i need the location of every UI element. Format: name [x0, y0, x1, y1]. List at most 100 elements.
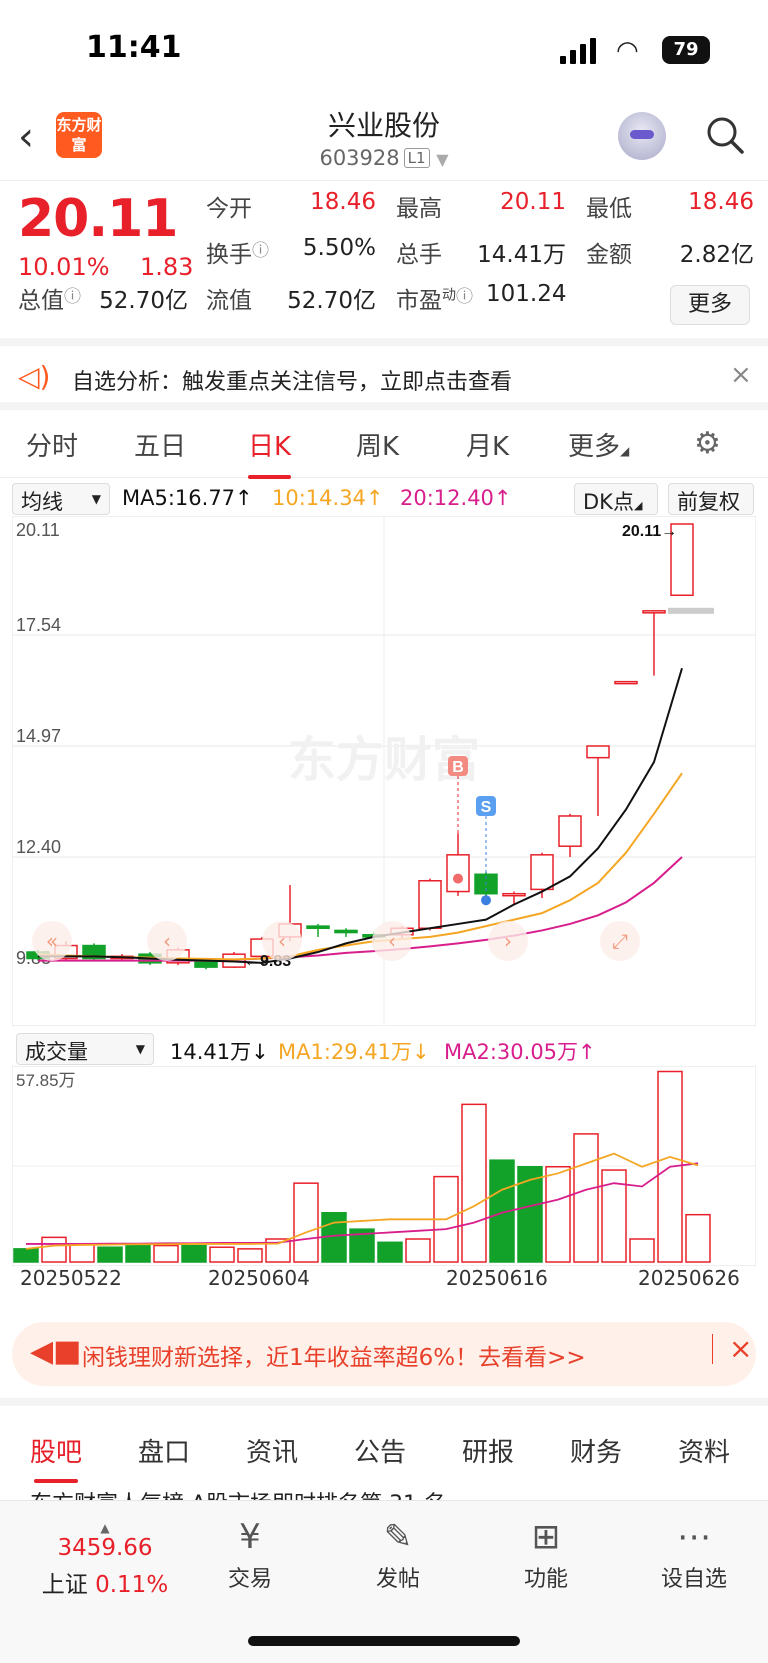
chart-nav-icon: ⤢ — [612, 929, 628, 953]
promo-text: 闲钱理财新选择，近1年收益率超6%！去看看>> — [82, 1345, 586, 1371]
wifi-icon: ◠ — [616, 36, 639, 66]
add-watchlist-button[interactable]: ⋯ 设自选 — [644, 1517, 744, 1593]
volume-value: 14.41万 — [477, 242, 566, 268]
vol-ma1-value: MA1:29.41万↓ — [278, 1040, 430, 1064]
edit-icon: ✎ — [383, 1517, 413, 1557]
grid-icon: ⊞ — [531, 1517, 561, 1557]
dropdown-icon: ▼ — [91, 492, 101, 506]
tab-more[interactable]: 更多◢ — [568, 426, 629, 463]
buy-marker: B — [452, 759, 464, 776]
volume-bar — [377, 1241, 403, 1263]
functions-button[interactable]: ⊞ 功能 — [496, 1517, 596, 1593]
pe-value: 101.24 — [486, 281, 567, 307]
volume-bar — [685, 1213, 711, 1263]
notice-banner[interactable]: ◁) 自选分析：触发重点关注信号，立即点击查看 × — [0, 338, 768, 410]
vol-ma2-value: MA2:30.05万↑ — [444, 1040, 596, 1064]
mktcap-label: 总值ⓘ — [18, 287, 81, 314]
high-label: 最高 — [396, 196, 442, 222]
corner-arrow-icon: ◢ — [633, 499, 643, 512]
assistant-avatar[interactable] — [618, 112, 666, 160]
candle-body — [614, 680, 638, 685]
tab-finance[interactable]: 财务 — [570, 1432, 622, 1469]
index-widget[interactable]: ▲ 3459.66 上证 0.11% — [40, 1521, 170, 1599]
tab-monthly-k[interactable]: 月K — [466, 426, 509, 463]
ma10-value: 10:14.34↑ — [272, 486, 384, 510]
functions-label: 功能 — [523, 1567, 568, 1592]
adjust-button[interactable]: 前复权 — [668, 483, 754, 515]
date-label: 20250626 — [638, 1266, 740, 1290]
tab-news[interactable]: 资讯 — [246, 1432, 298, 1469]
candle-body — [642, 610, 666, 614]
volume-bar — [573, 1133, 599, 1263]
volume-bar: 成交量 ▼ 14.41万↓ MA1:29.41万↓ MA2:30.05万↑ — [0, 1030, 768, 1066]
add-watchlist-label: 设自选 — [660, 1567, 727, 1592]
highlight-bar — [668, 607, 714, 614]
turnover-value: 5.50% — [302, 235, 376, 261]
dropdown-icon: ▼ — [436, 150, 449, 169]
amount-label: 金额 — [586, 242, 632, 268]
info-icon[interactable]: ⓘ — [252, 241, 269, 261]
buy-dot — [453, 873, 463, 884]
y-tick-label: 20.11 — [16, 520, 60, 540]
chart-nav-icon: ‹ — [163, 929, 171, 953]
tab-five-day[interactable]: 五日 — [134, 426, 186, 463]
candle-body — [334, 929, 358, 934]
search-icon[interactable] — [706, 116, 744, 154]
tab-profile[interactable]: 资料 — [678, 1432, 730, 1469]
close-icon[interactable]: × — [712, 1334, 752, 1364]
tab-intraday[interactable]: 分时 — [26, 426, 78, 463]
tab-research[interactable]: 研报 — [462, 1432, 514, 1469]
pe-dynamic-sup: 动 — [442, 287, 456, 304]
low-value: 18.46 — [688, 189, 754, 215]
post-button[interactable]: ✎ 发帖 — [348, 1517, 448, 1593]
dk-button[interactable]: DK点◢ — [574, 483, 658, 515]
chart-nav-icon: « — [46, 929, 58, 953]
more-icon: ⋯ — [677, 1517, 711, 1557]
info-icon[interactable]: ⓘ — [64, 287, 81, 307]
volume-bar — [293, 1182, 319, 1263]
tab-weekly-k[interactable]: 周K — [356, 426, 399, 463]
index-value: 3459.66 — [57, 1535, 153, 1561]
y-tick-label: 14.97 — [16, 726, 61, 746]
sell-marker: S — [481, 799, 492, 816]
tab-guba[interactable]: 股吧 — [30, 1432, 82, 1483]
volume-bar — [97, 1246, 123, 1263]
sell-dot — [481, 895, 491, 906]
volume-bar — [405, 1238, 431, 1263]
date-label: 20250616 — [446, 1266, 548, 1290]
tab-pankou[interactable]: 盘口 — [138, 1432, 190, 1469]
gear-icon[interactable]: ⚙ — [694, 426, 721, 461]
volume-select[interactable]: 成交量 ▼ — [16, 1033, 154, 1065]
promo-banner[interactable]: ◀■ 闲钱理财新选择，近1年收益率超6%！去看看>> × — [12, 1322, 756, 1386]
kline-svg[interactable]: 20.1117.5414.9712.409.83东方财富BS20.11→←9.8… — [11, 515, 757, 1027]
date-label: 20250604 — [208, 1266, 310, 1290]
trade-button[interactable]: ¥ 交易 — [200, 1517, 300, 1593]
info-icon[interactable]: ⓘ — [456, 287, 473, 307]
level-tag: L1 — [403, 148, 430, 168]
indicator-select[interactable]: 均线 ▼ — [12, 483, 110, 515]
candle-body — [306, 925, 330, 930]
volume-bar — [629, 1238, 655, 1263]
dropdown-icon: ▼ — [135, 1042, 145, 1056]
candle-body — [586, 745, 610, 759]
volume-chart[interactable]: 57.85万 — [11, 1065, 757, 1267]
chart-nav-icon: › — [504, 929, 512, 953]
tab-daily-k[interactable]: 日K — [248, 426, 292, 479]
y-tick-label: 12.40 — [16, 837, 61, 857]
y-tick-label: 57.85万 — [16, 1071, 76, 1090]
tab-announcements[interactable]: 公告 — [354, 1432, 406, 1469]
yen-icon: ¥ — [239, 1517, 261, 1557]
volume-svg[interactable]: 57.85万 — [11, 1065, 757, 1267]
ma5-value: MA5:16.77↑ — [122, 486, 253, 510]
candle-body — [558, 815, 582, 847]
candle-body — [418, 880, 442, 930]
volume-bar — [13, 1248, 39, 1263]
close-icon[interactable]: × — [730, 360, 752, 390]
volume-value: 14.41万↓ — [170, 1040, 269, 1064]
date-label: 20250522 — [20, 1266, 122, 1290]
chart-nav-icon: ‹ — [278, 929, 286, 953]
content-tabs: 股吧 盘口 资讯 公告 研报 财务 资料 — [0, 1398, 768, 1494]
kline-chart[interactable]: 20.1117.5414.9712.409.83东方财富BS20.11→←9.8… — [11, 515, 757, 1027]
index-pct: 0.11% — [95, 1572, 169, 1598]
more-button[interactable]: 更多 — [670, 285, 750, 325]
